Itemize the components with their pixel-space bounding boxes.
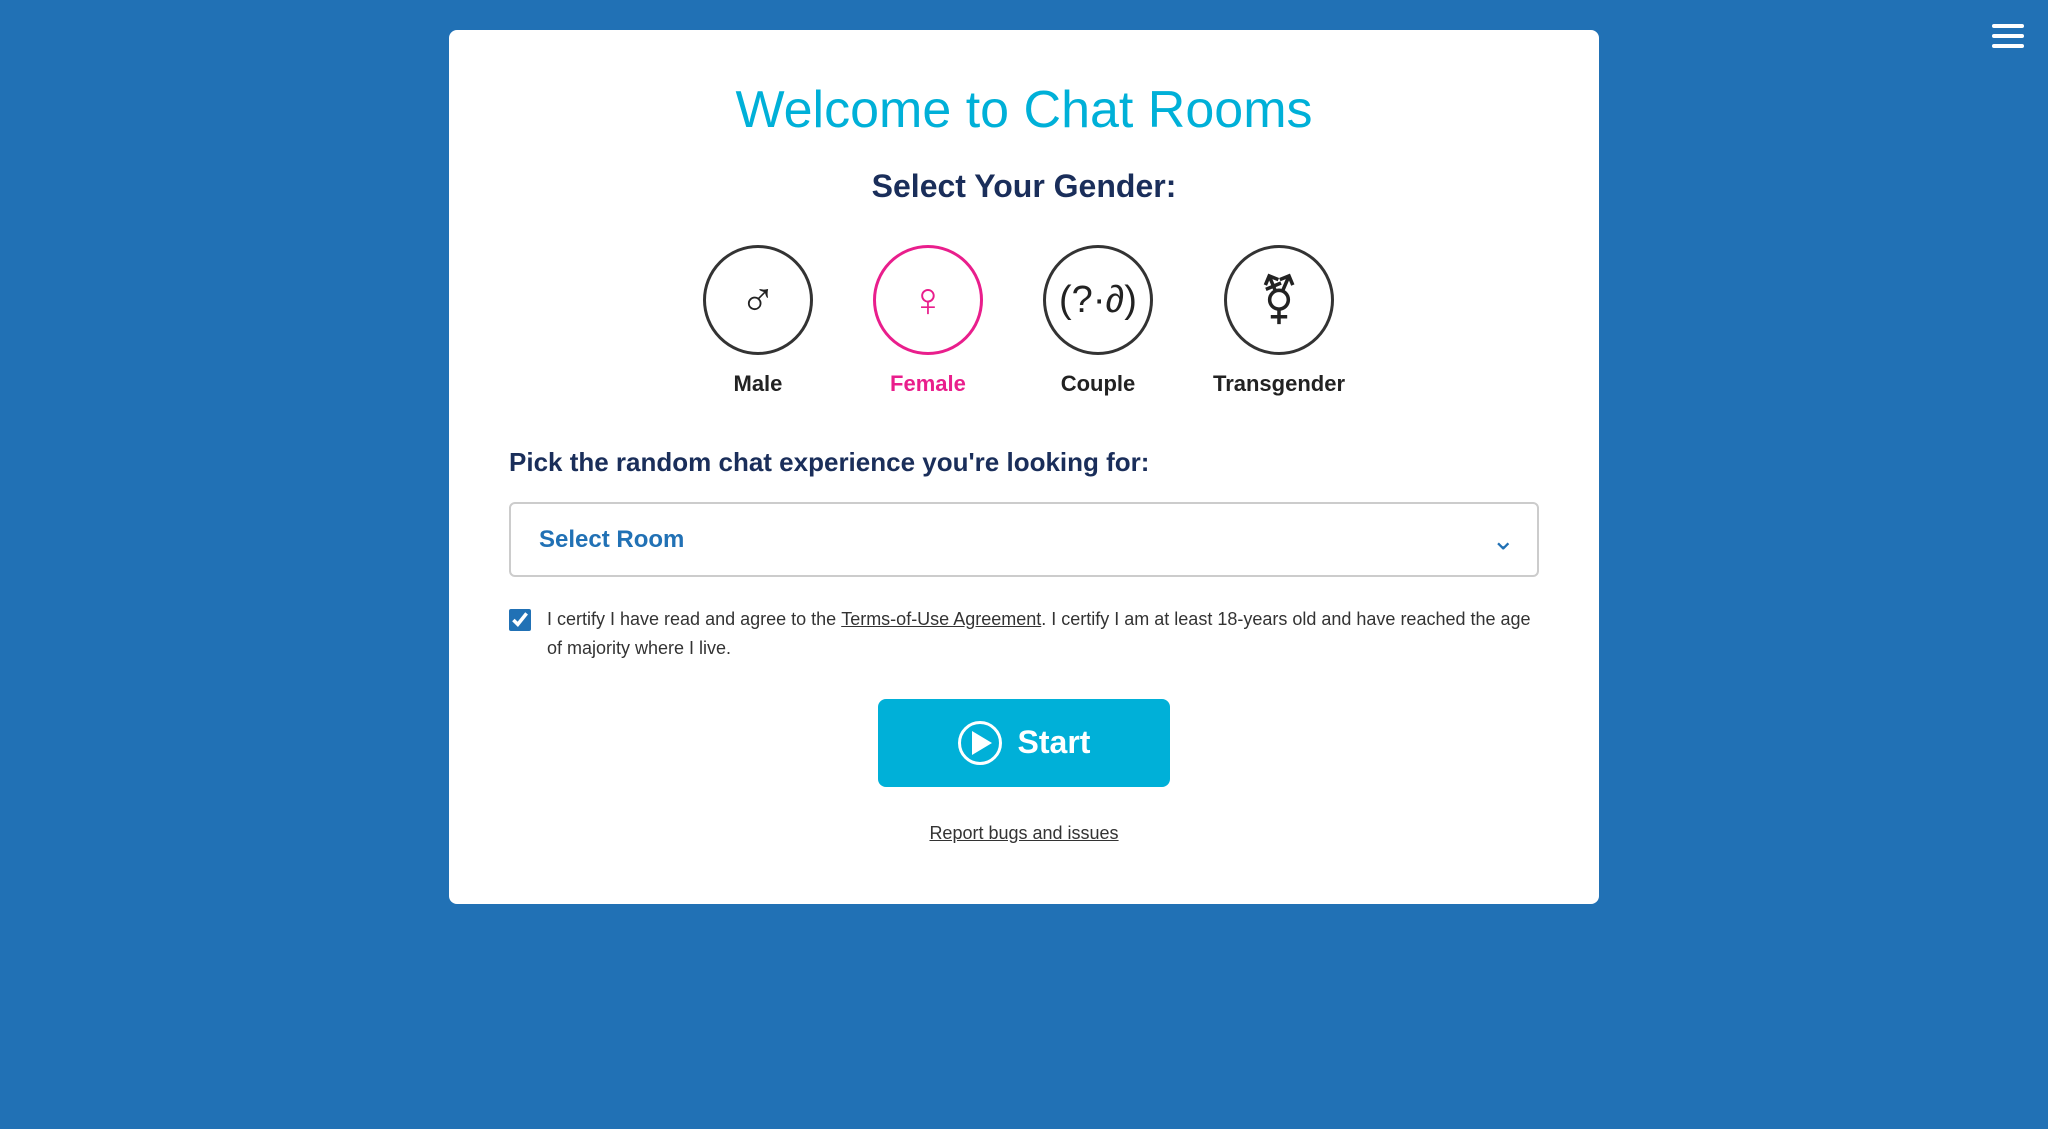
terms-checkbox[interactable]	[509, 609, 531, 631]
gender-label-female: Female	[890, 371, 966, 397]
gender-option-couple[interactable]: (?·∂) Couple	[1043, 245, 1153, 397]
gender-section-title: Select Your Gender:	[509, 168, 1539, 205]
main-card: Welcome to Chat Rooms Select Your Gender…	[449, 30, 1599, 904]
gender-circle-male: ♂	[703, 245, 813, 355]
start-button-container: Start	[509, 699, 1539, 823]
gender-label-male: Male	[734, 371, 783, 397]
page-title: Welcome to Chat Rooms	[509, 80, 1539, 140]
gender-option-female[interactable]: ♀ Female	[873, 245, 983, 397]
room-select-wrapper: Select Room Random Chat Video Chat Text …	[509, 502, 1539, 577]
gender-option-transgender[interactable]: ⚧ Transgender	[1213, 245, 1345, 397]
terms-text-before: I certify I have read and agree to the	[547, 609, 841, 629]
start-button[interactable]: Start	[878, 699, 1171, 787]
gender-label-couple: Couple	[1061, 371, 1136, 397]
gender-option-male[interactable]: ♂ Male	[703, 245, 813, 397]
report-bugs-link[interactable]: Report bugs and issues	[929, 823, 1118, 844]
terms-text: I certify I have read and agree to the T…	[547, 605, 1539, 663]
couple-symbol: (?·∂)	[1059, 279, 1137, 322]
gender-options: ♂ Male ♀ Female (?·∂) Couple ⚧	[509, 245, 1539, 397]
gender-circle-transgender: ⚧	[1224, 245, 1334, 355]
hamburger-line-2	[1992, 34, 2024, 38]
play-icon-circle	[958, 721, 1002, 765]
transgender-symbol: ⚧	[1259, 272, 1299, 328]
footer: Report bugs and issues	[509, 823, 1539, 844]
page-wrapper: Welcome to Chat Rooms Select Your Gender…	[324, 30, 1724, 904]
male-symbol: ♂	[740, 273, 776, 328]
terms-link[interactable]: Terms-of-Use Agreement	[841, 609, 1041, 629]
female-symbol: ♀	[910, 273, 946, 328]
experience-section-title: Pick the random chat experience you're l…	[509, 447, 1539, 478]
terms-row: I certify I have read and agree to the T…	[509, 605, 1539, 663]
hamburger-line-1	[1992, 24, 2024, 28]
gender-circle-couple: (?·∂)	[1043, 245, 1153, 355]
hamburger-menu-button[interactable]	[1986, 18, 2030, 54]
play-triangle-icon	[972, 731, 992, 755]
gender-circle-female: ♀	[873, 245, 983, 355]
start-button-label: Start	[1018, 724, 1091, 761]
room-select[interactable]: Select Room Random Chat Video Chat Text …	[509, 502, 1539, 577]
gender-label-transgender: Transgender	[1213, 371, 1345, 397]
hamburger-line-3	[1992, 44, 2024, 48]
